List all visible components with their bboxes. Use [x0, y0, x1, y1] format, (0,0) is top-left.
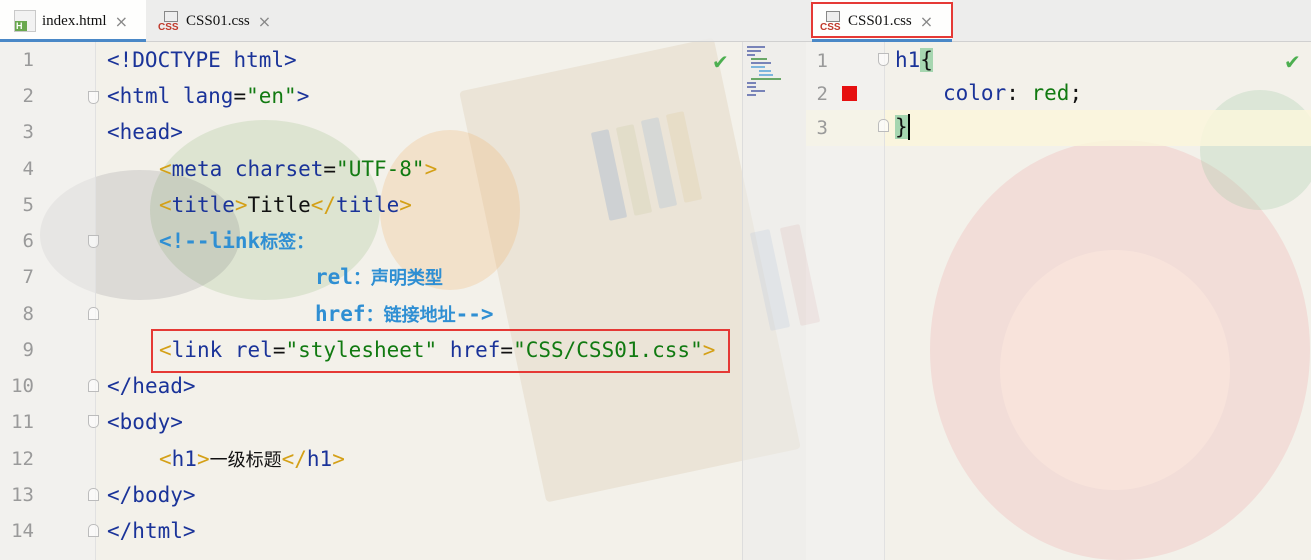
line-number: 14 — [11, 520, 34, 542]
tab-index-html[interactable]: H index.html × — [0, 0, 146, 42]
css-file-icon: CSS — [158, 10, 180, 33]
check-icon[interactable]: ✔ — [1284, 50, 1301, 74]
code-line-6[interactable]: <!--link标签： — [159, 223, 314, 259]
color-swatch-red[interactable] — [842, 86, 857, 101]
fold-marker-icon[interactable] — [88, 235, 99, 248]
css-editor-tabbar: CSS CSS01.css × — [806, 0, 1311, 42]
fold-marker-icon[interactable] — [88, 415, 99, 428]
line-number: 9 — [22, 339, 34, 361]
code-line-5[interactable]: <title>Title</title> — [159, 187, 412, 223]
line-number: 10 — [11, 375, 34, 397]
tab-css01-css[interactable]: CSS CSS01.css × — [146, 0, 296, 42]
code-line-3[interactable]: <head> — [107, 114, 183, 150]
code-line-1[interactable]: <!DOCTYPE html> — [107, 42, 297, 78]
code-line-8[interactable]: href：链接地址--> — [315, 296, 494, 332]
html-editor-tabbar: H index.html × CSS CSS01.css × — [0, 0, 806, 42]
line-number-gutter: 1 2 3 4 5 6 7 8 9 10 11 12 13 14 — [0, 42, 99, 560]
code-line-14[interactable]: </html> — [107, 513, 196, 549]
code-line-10[interactable]: </head> — [107, 368, 196, 404]
fold-marker-icon[interactable] — [878, 53, 889, 66]
close-icon[interactable]: × — [115, 12, 128, 31]
fold-marker-icon[interactable] — [88, 307, 99, 320]
css-editor-pane: CSS CSS01.css × 1 2 3 h1{ color: red; } … — [806, 0, 1311, 560]
check-icon[interactable]: ✔ — [712, 50, 729, 74]
tab-label: CSS01.css — [186, 12, 250, 29]
code-line-2[interactable]: <html lang="en"> — [107, 78, 309, 114]
css-line-3[interactable]: } — [895, 109, 908, 145]
line-number: 13 — [11, 484, 34, 506]
fold-marker-icon[interactable] — [88, 379, 99, 392]
text-caret — [908, 114, 910, 140]
line-number: 1 — [816, 50, 828, 72]
close-icon[interactable]: × — [258, 12, 271, 31]
line-number: 12 — [11, 448, 34, 470]
fold-marker-icon[interactable] — [88, 488, 99, 501]
line-number: 11 — [11, 411, 34, 433]
fold-marker-icon[interactable] — [88, 524, 99, 537]
line-number: 4 — [22, 158, 34, 180]
line-number: 2 — [816, 83, 828, 105]
css-line-1[interactable]: h1{ — [895, 42, 933, 78]
line-number: 1 — [22, 49, 34, 71]
line-number: 2 — [22, 85, 34, 107]
code-line-7[interactable]: rel：声明类型 — [315, 259, 443, 295]
line-number: 5 — [22, 194, 34, 216]
css-line-2[interactable]: color: red; — [943, 75, 1082, 111]
line-number: 6 — [22, 230, 34, 252]
code-line-12[interactable]: <h1>一级标题</h1> — [159, 441, 345, 477]
line-number: 3 — [22, 121, 34, 143]
tab-label: index.html — [42, 12, 107, 29]
code-line-4[interactable]: <meta charset="UTF-8"> — [159, 151, 437, 187]
html-editor-pane: H index.html × CSS CSS01.css × 1 2 3 4 5… — [0, 0, 806, 560]
line-number: 7 — [22, 266, 34, 288]
fold-marker-icon[interactable] — [88, 91, 99, 104]
code-line-11[interactable]: <body> — [107, 404, 183, 440]
line-number: 3 — [816, 117, 828, 139]
line-number-gutter: 1 2 3 — [806, 42, 889, 560]
html-file-icon: H — [14, 10, 36, 32]
code-line-13[interactable]: </body> — [107, 477, 196, 513]
fold-marker-icon[interactable] — [878, 119, 889, 132]
line-number: 8 — [22, 303, 34, 325]
highlight-box-link-line — [151, 329, 730, 373]
